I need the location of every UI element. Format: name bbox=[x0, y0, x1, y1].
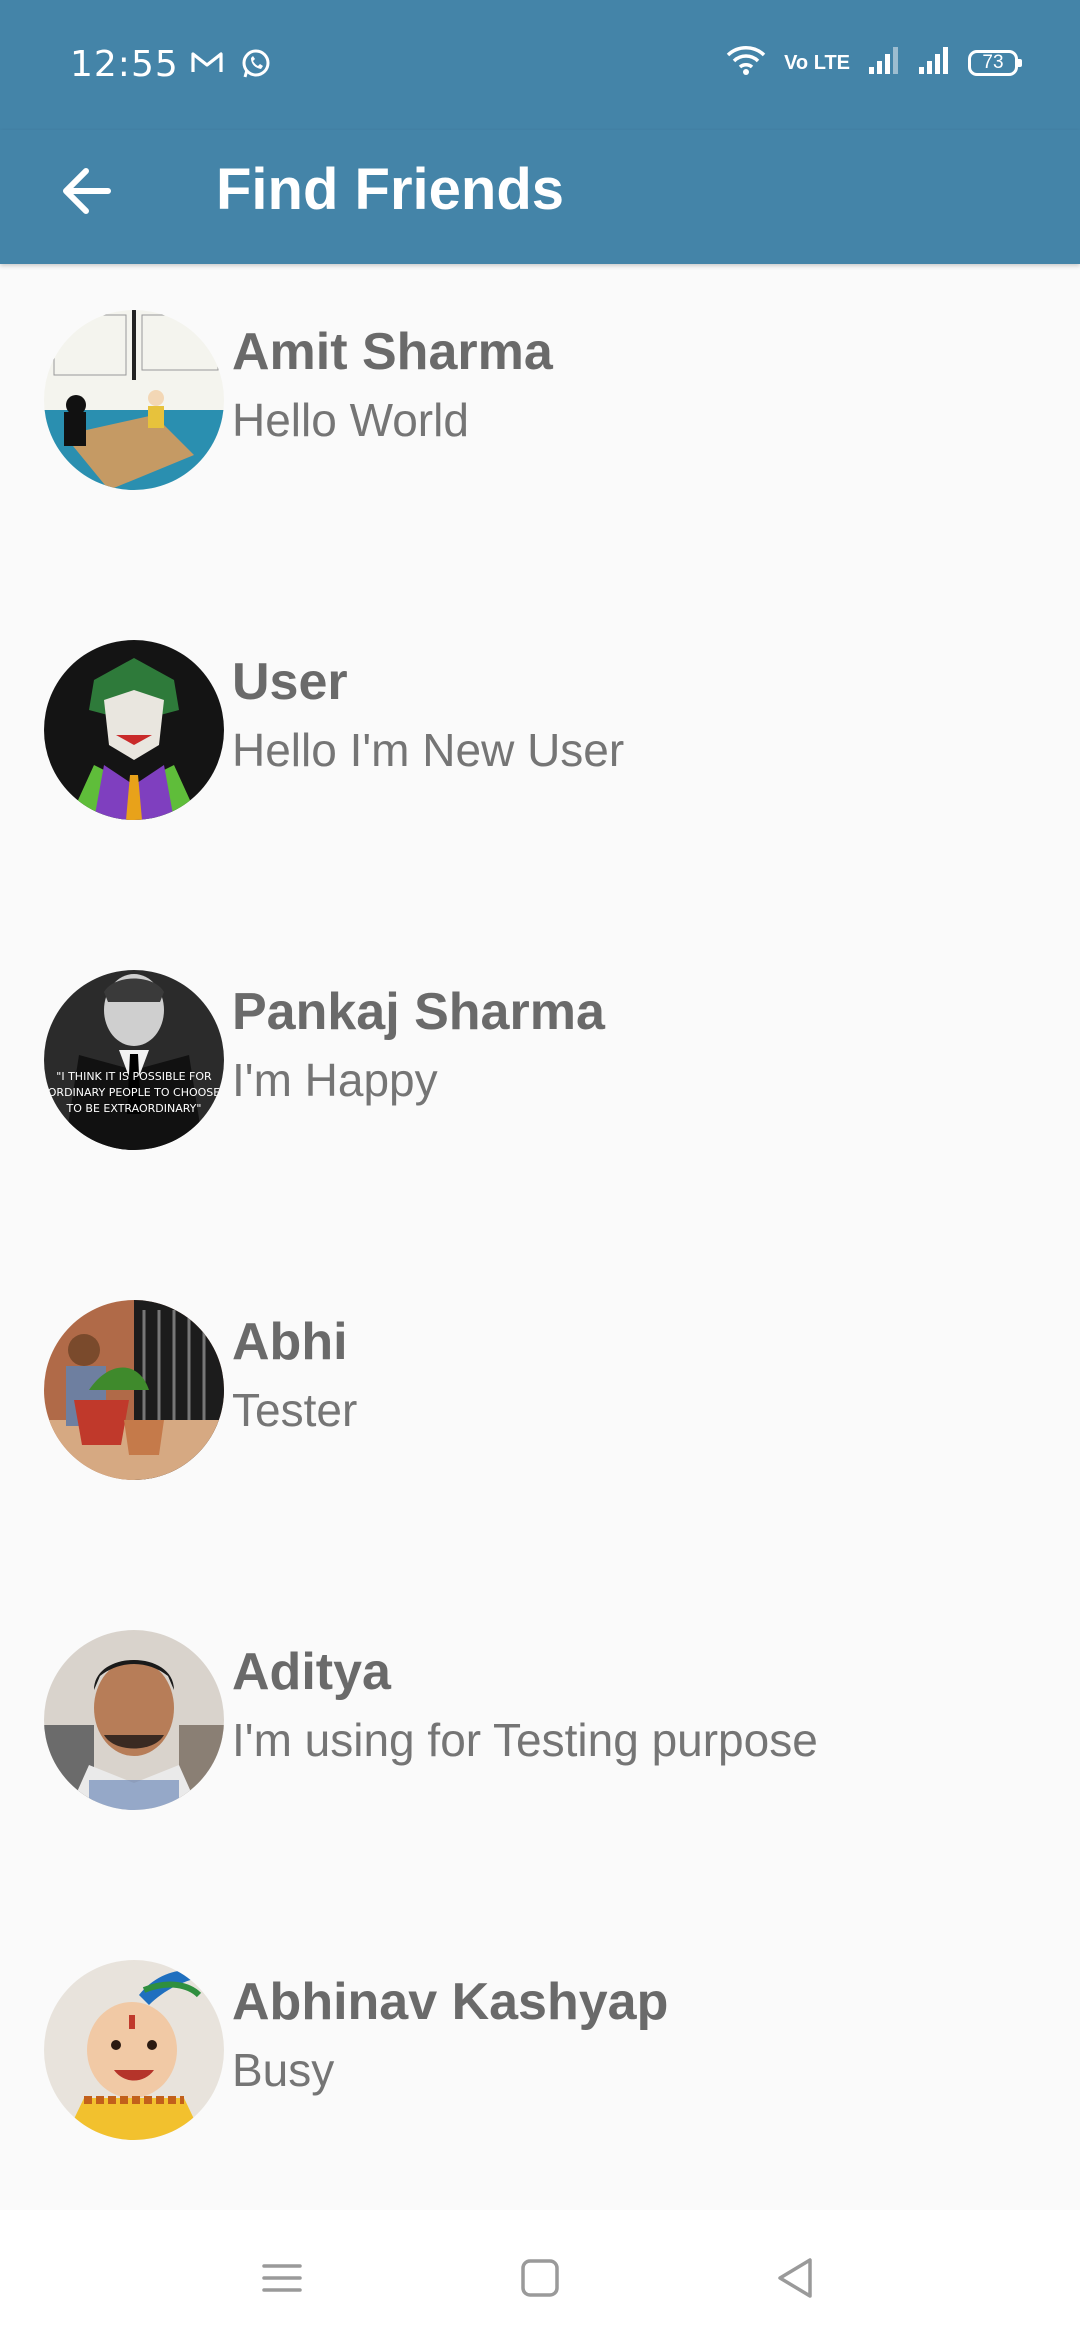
whatsapp-icon bbox=[240, 48, 272, 85]
avatar-caption: "I THINK IT IS POSSIBLE FOR bbox=[56, 1070, 212, 1083]
avatar bbox=[44, 1960, 224, 2140]
friend-status: Hello World bbox=[232, 394, 469, 446]
back-button[interactable] bbox=[52, 156, 122, 226]
status-time: 12:55 bbox=[70, 44, 179, 85]
signal-icon bbox=[868, 45, 900, 80]
avatar bbox=[44, 640, 224, 820]
friend-name: Abhi bbox=[232, 1313, 348, 1371]
status-bar: 12:55 Vo LTE 73 bbox=[0, 0, 1080, 130]
avatar bbox=[44, 1300, 224, 1480]
list-item[interactable]: Abhinav Kashyap Busy bbox=[0, 1914, 1080, 2244]
menu-icon bbox=[262, 2264, 302, 2292]
avatar bbox=[44, 310, 224, 490]
friend-status: Hello I'm New User bbox=[232, 724, 625, 776]
friend-status: I'm using for Testing purpose bbox=[232, 1714, 818, 1766]
home-icon bbox=[521, 2259, 559, 2297]
avatar bbox=[44, 1630, 224, 1810]
friend-list[interactable]: Amit Sharma Hello World User Hello I'm N… bbox=[0, 264, 1080, 2210]
home-button[interactable] bbox=[510, 2248, 570, 2308]
friend-name: Amit Sharma bbox=[232, 323, 553, 381]
friend-status: Busy bbox=[232, 2044, 335, 2096]
friend-status: I'm Happy bbox=[232, 1054, 438, 1106]
back-triangle-icon bbox=[778, 2258, 812, 2298]
friend-name: Pankaj Sharma bbox=[232, 983, 605, 1041]
svg-text:ORDINARY PEOPLE TO CHOOSE: ORDINARY PEOPLE TO CHOOSE bbox=[48, 1086, 220, 1099]
battery-icon: 73 bbox=[968, 49, 1022, 76]
avatar: "I THINK IT IS POSSIBLE FOR ORDINARY PEO… bbox=[44, 970, 224, 1150]
gmail-icon bbox=[190, 48, 224, 85]
svg-text:TO BE EXTRAORDINARY": TO BE EXTRAORDINARY" bbox=[66, 1102, 202, 1115]
friend-name: Aditya bbox=[232, 1643, 391, 1701]
volte-icon: Vo LTE bbox=[784, 51, 850, 74]
navigation-bar bbox=[0, 2210, 1080, 2340]
friend-name: Abhinav Kashyap bbox=[232, 1973, 669, 2031]
list-item[interactable]: Amit Sharma Hello World bbox=[0, 264, 1080, 594]
list-item[interactable]: "I THINK IT IS POSSIBLE FOR ORDINARY PEO… bbox=[0, 924, 1080, 1254]
page-title: Find Friends bbox=[216, 157, 564, 222]
app-bar: Find Friends bbox=[0, 130, 1080, 264]
system-back-button[interactable] bbox=[766, 2248, 826, 2308]
arrow-left-icon bbox=[63, 168, 111, 214]
friend-status: Tester bbox=[232, 1384, 358, 1436]
list-item[interactable]: Abhi Tester bbox=[0, 1254, 1080, 1584]
menu-button[interactable] bbox=[252, 2248, 312, 2308]
signal-icon bbox=[918, 45, 950, 80]
wifi-icon bbox=[726, 44, 766, 81]
list-item[interactable]: Aditya I'm using for Testing purpose bbox=[0, 1584, 1080, 1914]
list-item[interactable]: User Hello I'm New User bbox=[0, 594, 1080, 924]
friend-name: User bbox=[232, 653, 348, 711]
